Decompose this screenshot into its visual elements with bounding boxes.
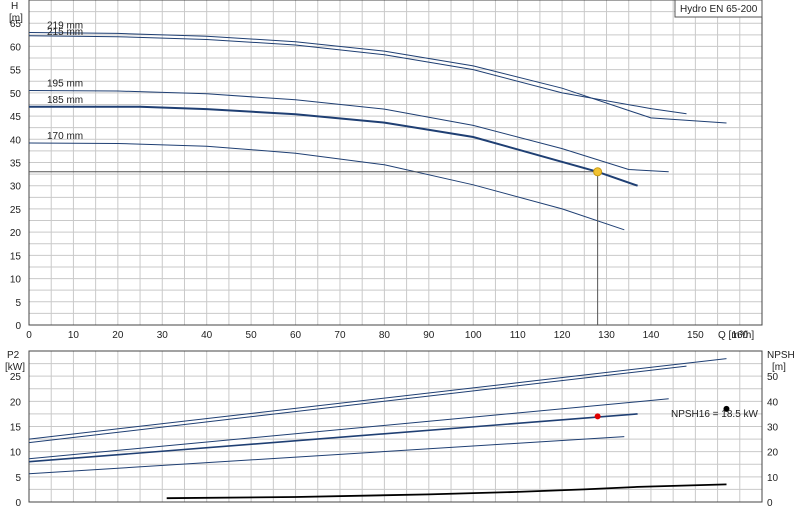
x-tick-label: 30 xyxy=(157,330,169,341)
right-y-tick-label: 30 xyxy=(767,423,779,434)
power-curve-219mm xyxy=(28,358,727,440)
pump-performance-chart: 0 10 20 30 40 50 60 70 80 90 100 110 120 130 140 150 160… xyxy=(5,0,795,509)
x-tick-label: 130 xyxy=(598,330,615,341)
top-y-tick-label: 60 xyxy=(10,42,22,53)
head-curves: 219 mm215 mm195 mm185 mm170 mm xyxy=(28,21,727,231)
bottom-y-tick-label: 25 xyxy=(10,372,22,383)
top-y-tick-label: 35 xyxy=(10,159,22,170)
top-y-tick-label: 0 xyxy=(15,321,21,332)
top-y-tick-label: 50 xyxy=(10,89,22,100)
bottom-y-axis-label: P2 xyxy=(7,350,20,361)
x-tick-label: 40 xyxy=(201,330,213,341)
right-y-tick-label: 10 xyxy=(767,473,779,484)
x-tick-label: 50 xyxy=(246,330,258,341)
bottom-y-tick-label: 20 xyxy=(10,397,22,408)
x-axis-label: Q [m³/h] xyxy=(718,330,754,341)
right-y-tick-label: 40 xyxy=(767,397,779,408)
top-y-tick-label: 55 xyxy=(10,66,22,77)
top-y-tick-label: 15 xyxy=(10,251,22,262)
operating-markers xyxy=(29,167,730,420)
bottom-y-tick-label: 5 xyxy=(15,473,21,484)
top-y-axis-unit: [m] xyxy=(9,13,23,24)
top-y-tick-label: 30 xyxy=(10,182,22,193)
bottom-y-tick-label: 0 xyxy=(15,498,21,509)
x-tick-label: 150 xyxy=(687,330,704,341)
bottom-y-tick-label: 15 xyxy=(10,423,22,434)
x-tick-label: 140 xyxy=(643,330,660,341)
top-y-axis-label: H xyxy=(11,1,18,12)
right-y-axis-unit: [m] xyxy=(772,362,786,373)
npsh-annotation: NPSH16 = 18.5 kW xyxy=(671,409,759,420)
head-curve-195mm xyxy=(28,90,669,173)
bottom-y-axis-unit: [kW] xyxy=(5,362,25,373)
x-tick-label: 120 xyxy=(554,330,571,341)
right-y-tick-label: 50 xyxy=(767,372,779,383)
top-y-tick-label: 20 xyxy=(10,228,22,239)
curve-label: 195 mm xyxy=(47,79,83,90)
bottom-y-tick-label: 10 xyxy=(10,448,22,459)
top-y-tick-label: 25 xyxy=(10,205,22,216)
right-y-axis-label: NPSH xyxy=(767,350,795,361)
top-y-tick-label: 10 xyxy=(10,275,22,286)
top-y-tick-label: 40 xyxy=(10,135,22,146)
right-y-tick-label: 20 xyxy=(767,448,779,459)
curve-label: 215 mm xyxy=(47,27,83,38)
x-tick-label: 80 xyxy=(379,330,391,341)
duty-point xyxy=(593,167,603,177)
x-tick-label: 110 xyxy=(510,330,526,341)
top-y-tick-label: 5 xyxy=(15,298,21,309)
x-tick-label: 0 xyxy=(26,330,32,341)
x-tick-label: 20 xyxy=(112,330,124,341)
curve-label: 170 mm xyxy=(47,131,83,142)
head-curve-215mm xyxy=(28,35,687,115)
x-tick-label: 90 xyxy=(423,330,435,341)
curve-label: 185 mm xyxy=(47,95,83,106)
right-y-tick-label: 0 xyxy=(767,498,773,509)
power-curve-215mm xyxy=(28,365,687,444)
x-tick-label: 60 xyxy=(290,330,302,341)
x-tick-label: 70 xyxy=(334,330,346,341)
x-tick-label: 100 xyxy=(465,330,482,341)
power-curve-195mm xyxy=(28,398,669,460)
x-tick-label: 10 xyxy=(68,330,80,341)
top-y-tick-label: 45 xyxy=(10,112,22,123)
chart-title: Hydro EN 65-200 xyxy=(680,4,758,15)
power-operating-point xyxy=(594,413,601,420)
